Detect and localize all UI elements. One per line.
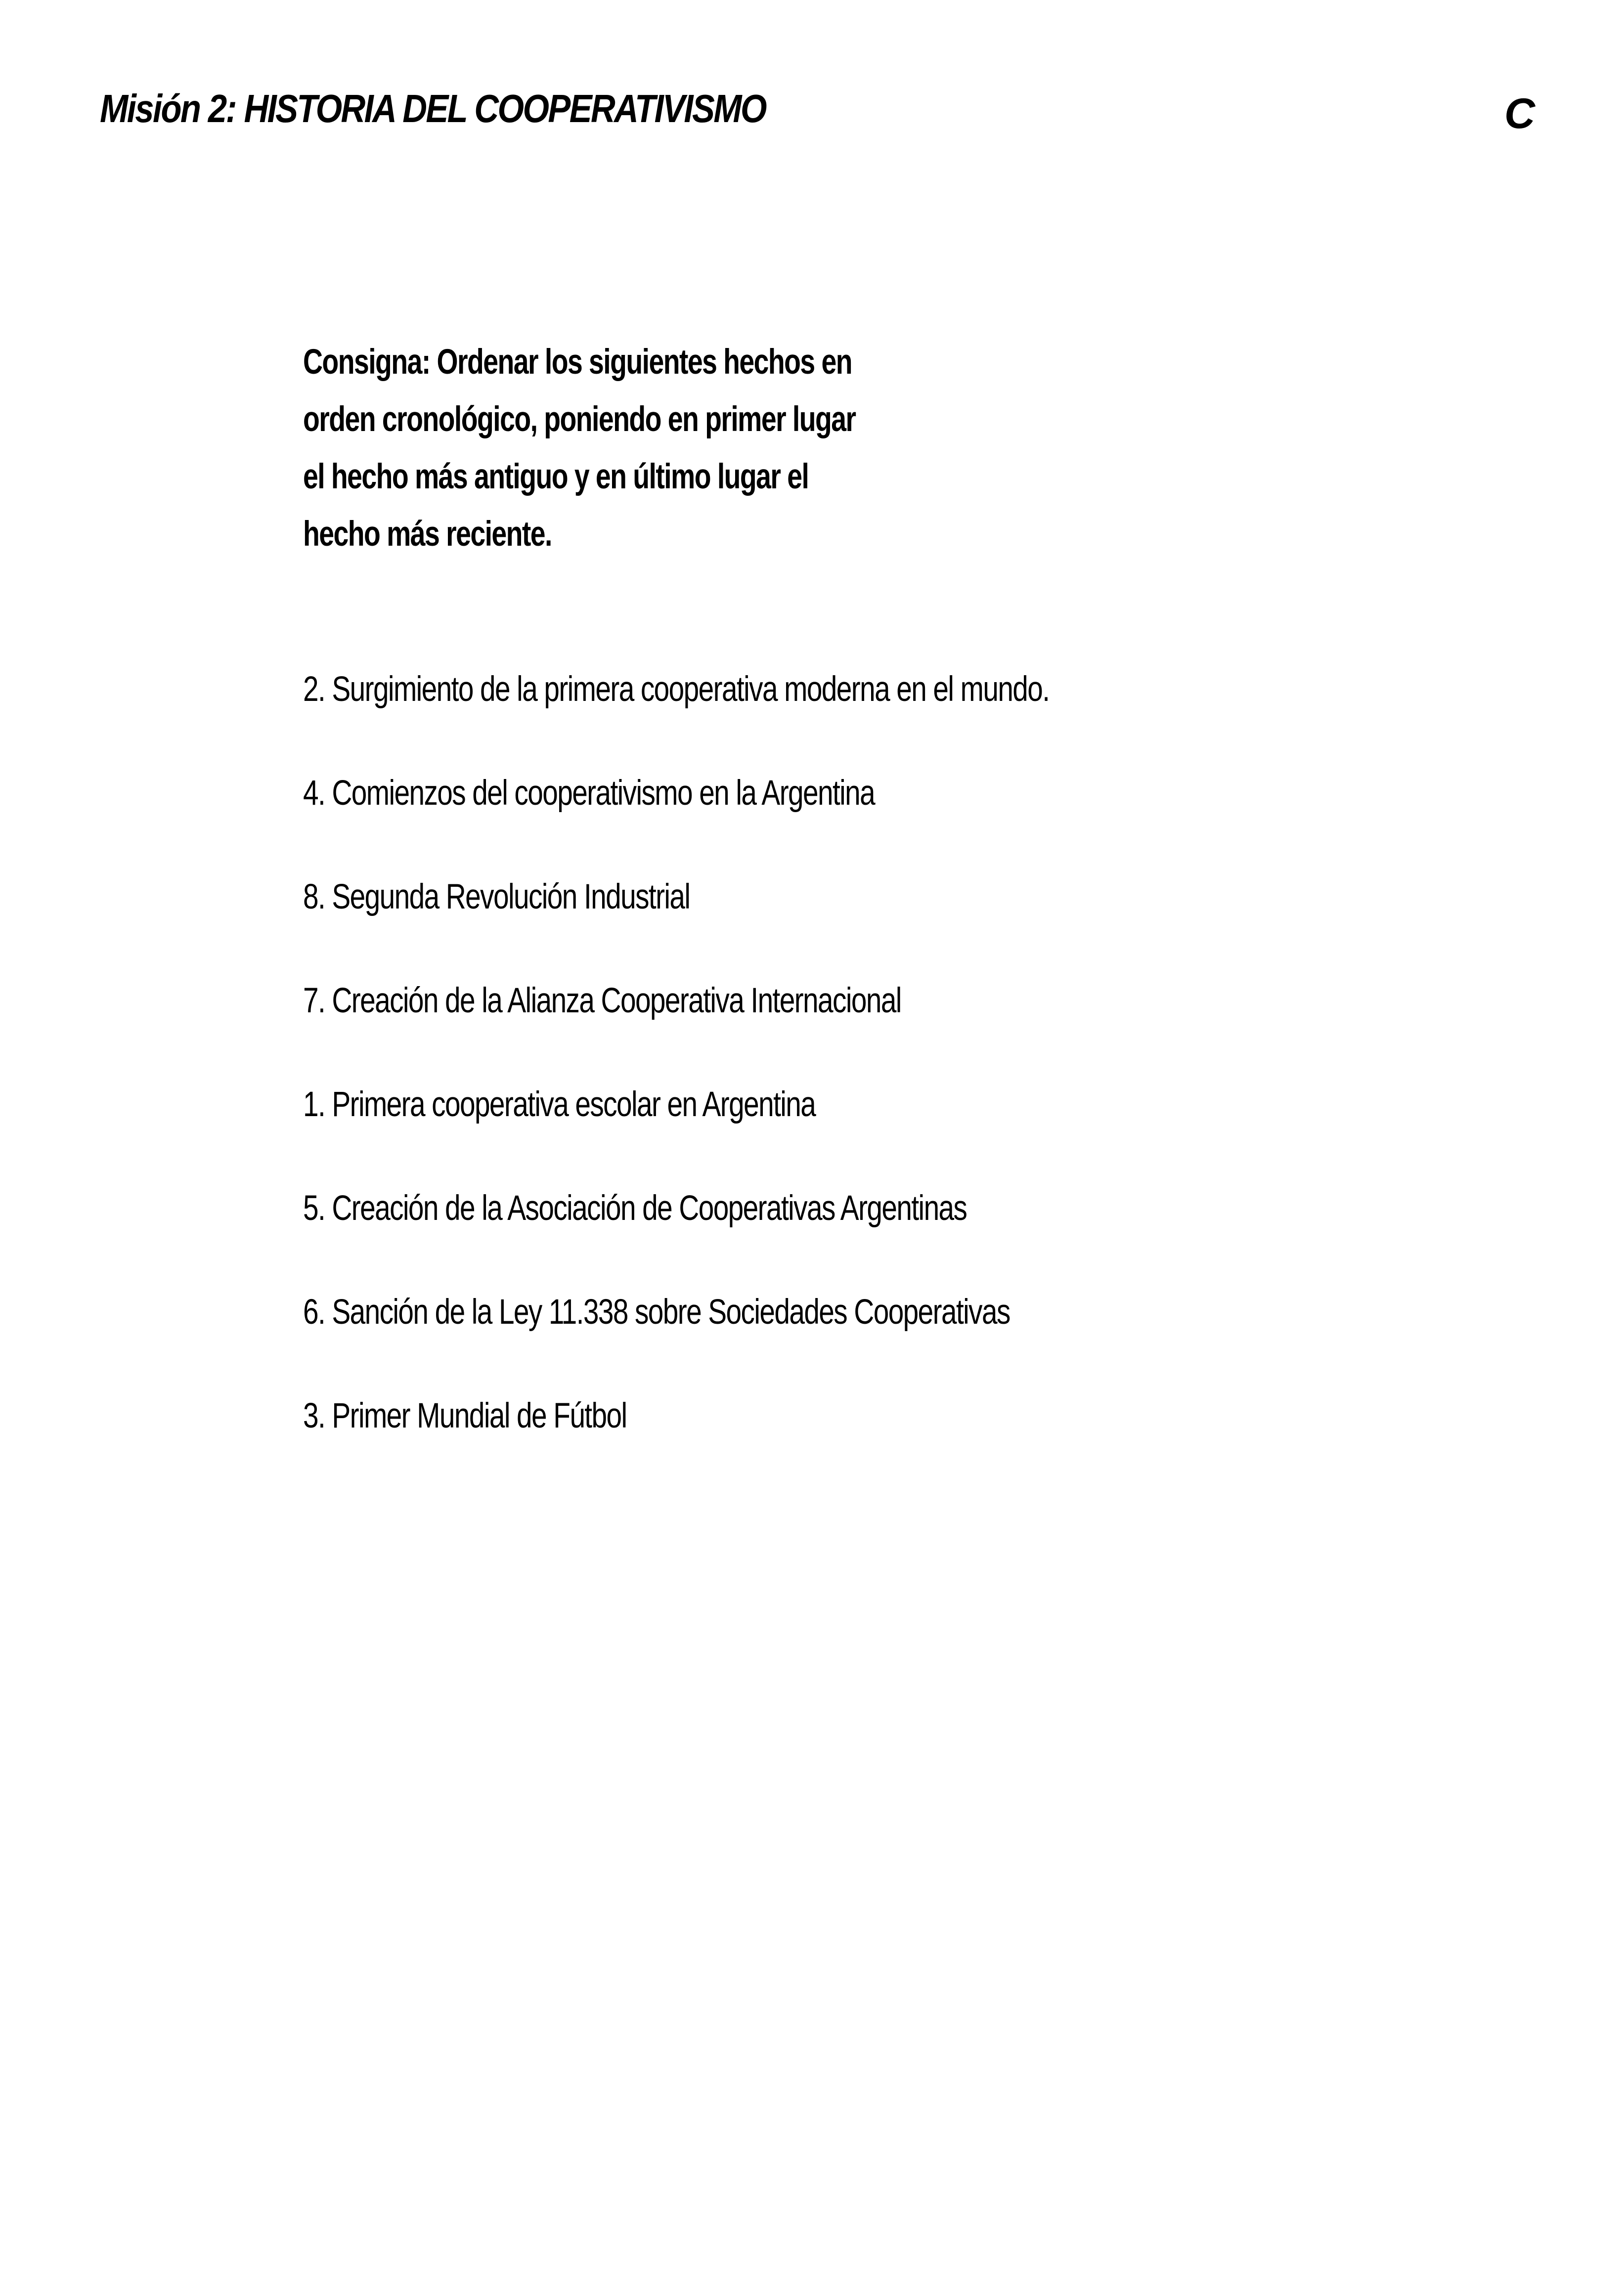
event-item: 5. Creación de la Asociación de Cooperat…	[303, 1189, 967, 1228]
event-item: 8. Segunda Revolución Industrial	[303, 877, 691, 916]
events-list: 2. Surgimiento de la primera cooperativa…	[303, 665, 1236, 1495]
event-item: 2. Surgimiento de la primera cooperativa…	[303, 670, 1050, 709]
section-letter: C	[1504, 90, 1536, 137]
instruction-text: Consigna: Ordenar los siguientes hechos …	[303, 343, 856, 554]
event-item: 7. Creación de la Alianza Cooperativa In…	[303, 981, 902, 1020]
event-item: 4. Comienzos del cooperativismo en la Ar…	[303, 774, 876, 813]
event-item: 1. Primera cooperativa escolar en Argent…	[303, 1085, 816, 1124]
event-item: 3. Primer Mundial de Fútbol	[303, 1396, 627, 1435]
event-item: 6. Sanción de la Ley 11.338 sobre Socied…	[303, 1293, 1010, 1332]
page-title: Misión 2: HISTORIA DEL COOPERATIVISMO	[100, 87, 767, 130]
